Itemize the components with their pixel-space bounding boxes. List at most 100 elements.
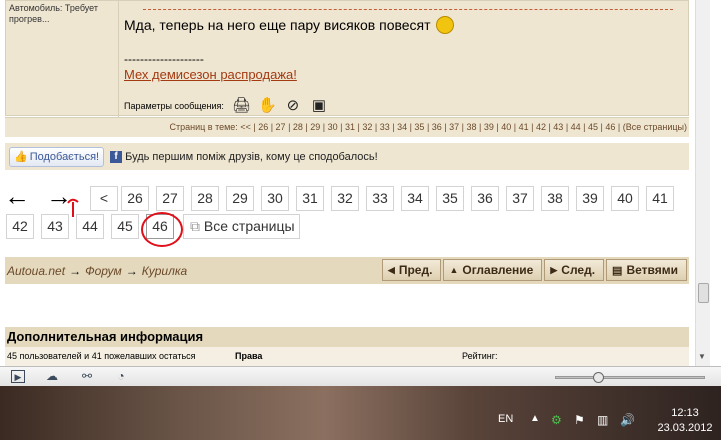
breadcrumb-separator: → [125, 263, 138, 278]
like-button[interactable]: 👍 Подобається! [9, 146, 105, 167]
topic-pager-page-30[interactable]: 30 [328, 122, 338, 132]
scrollbar-thumb[interactable] [698, 283, 709, 303]
breadcrumb-separator: → [69, 263, 82, 278]
network-icon[interactable]: ▣ [310, 98, 328, 114]
topic-pager-page-26[interactable]: 26 [258, 122, 268, 132]
topic-pager-first[interactable]: << [240, 122, 251, 132]
post-message-text: Мда, теперь на него еще пару висяков пов… [124, 17, 431, 33]
params-label: Параметры сообщения: [124, 101, 224, 111]
page-button-30[interactable]: 30 [261, 186, 289, 211]
topic-pager-label: Страниц в теме: [169, 122, 238, 132]
page-button-34[interactable]: 34 [401, 186, 429, 211]
clock-time: 12:13 [671, 407, 699, 419]
block-icon[interactable]: ⊘ [284, 98, 302, 114]
next-topic-button[interactable]: ▶ След. [544, 259, 605, 281]
nav-buttons: ◀ Пред. ▲ Оглавление ▶ След. ▤ Ветвями [381, 259, 687, 281]
page-button-46[interactable]: 46 [146, 214, 174, 239]
topic-pager-page-41[interactable]: 41 [519, 122, 529, 132]
facebook-like-bar: 👍 Подобається! f Будь першим поміж друзі… [5, 143, 689, 170]
page-button-31[interactable]: 31 [296, 186, 324, 211]
clock[interactable]: 12:13 23.03.2012 [655, 406, 715, 436]
topic-pager-page-27[interactable]: 27 [276, 122, 286, 132]
vertical-scrollbar[interactable]: ▼ [695, 0, 710, 366]
topic-pager-page-42[interactable]: 42 [536, 122, 546, 132]
post-params: Параметры сообщения: 🖨 ✋ ⊘ ▣ [124, 98, 328, 114]
topic-pager-page-46[interactable]: 46 [605, 122, 615, 132]
topic-pager-page-37[interactable]: 37 [449, 122, 459, 132]
volume-icon[interactable]: 🔊 [620, 413, 635, 427]
page-button-43[interactable]: 43 [41, 214, 69, 239]
panel-icon[interactable]: ▶ [11, 370, 25, 383]
topic-pager-page-35[interactable]: 35 [414, 122, 424, 132]
page-button-32[interactable]: 32 [331, 186, 359, 211]
page-button-26[interactable]: 26 [121, 186, 149, 211]
topic-pager-page-28[interactable]: 28 [293, 122, 303, 132]
signature-link[interactable]: Мех демисезон распродажа! [124, 67, 297, 82]
page-button-42[interactable]: 42 [6, 214, 34, 239]
tray-app-icon[interactable]: ⚙ [551, 413, 562, 427]
cloud-icon[interactable]: ☁ [45, 370, 59, 383]
page-button-28[interactable]: 28 [191, 186, 219, 211]
page-button-35[interactable]: 35 [436, 186, 464, 211]
back-arrow[interactable]: ← [4, 183, 30, 209]
page-button-33[interactable]: 33 [366, 186, 394, 211]
windows-taskbar: EN ▲ ⚙ ⚑ ▥ 🔊 12:13 23.03.2012 [0, 386, 721, 440]
page-button-27[interactable]: 27 [156, 186, 184, 211]
topic-pager-page-40[interactable]: 40 [501, 122, 511, 132]
facebook-icon: f [110, 150, 123, 163]
speed-icon[interactable]: ◔ [114, 370, 128, 383]
topic-pager-page-38[interactable]: 38 [467, 122, 477, 132]
smiley-icon [436, 16, 455, 34]
tray-expand-icon[interactable]: ▲ [530, 413, 540, 424]
topic-pager-page-29[interactable]: 29 [310, 122, 320, 132]
page-button-44[interactable]: 44 [76, 214, 104, 239]
share-icon[interactable]: ⚯ [80, 370, 94, 383]
info-rating: Рейтинг: [462, 351, 498, 361]
page-button-36[interactable]: 36 [471, 186, 499, 211]
topic-pager-page-31[interactable]: 31 [345, 122, 355, 132]
info-row: 45 пользователей и 41 пожелавших остатьс… [5, 347, 689, 366]
topic-pager-pages: | 26 | 27 | 28 | 29 | 30 | 31 | 32 | 33 … [253, 122, 623, 132]
all-pages-button[interactable]: ⧉ Все страницы [183, 214, 300, 239]
zoom-slider-knob[interactable] [593, 372, 604, 383]
topic-pager-page-39[interactable]: 39 [484, 122, 494, 132]
breadcrumb-item-section[interactable]: Курилка [142, 264, 187, 278]
hand-icon[interactable]: ✋ [258, 98, 277, 114]
like-button-label: Подобається! [29, 150, 100, 163]
toc-button[interactable]: ▲ Оглавление [443, 259, 543, 281]
page-button-29[interactable]: 29 [226, 186, 254, 211]
threaded-view-button[interactable]: ▤ Ветвями [606, 259, 687, 281]
scroll-down-icon[interactable]: ▼ [698, 352, 706, 361]
print-icon[interactable]: 🖨 [232, 98, 251, 114]
page-button-40[interactable]: 40 [611, 186, 639, 211]
screen: Автомобиль: Требует прогрев... Мда, тепе… [0, 0, 721, 440]
topic-pager-page-33[interactable]: 33 [380, 122, 390, 132]
topic-pager-page-34[interactable]: 34 [397, 122, 407, 132]
page-prev-button[interactable]: < [90, 186, 118, 211]
breadcrumb-item-forum[interactable]: Форум [85, 264, 122, 278]
page-button-39[interactable]: 39 [576, 186, 604, 211]
network-tray-icon[interactable]: ▥ [597, 413, 608, 427]
topic-pager-page-43[interactable]: 43 [553, 122, 563, 132]
topic-pager-page-45[interactable]: 45 [588, 122, 598, 132]
topic-pager: Страниц в теме: << | 26 | 27 | 28 | 29 |… [5, 117, 689, 137]
page-button-37[interactable]: 37 [506, 186, 534, 211]
page-button-45[interactable]: 45 [111, 214, 139, 239]
prev-topic-button[interactable]: ◀ Пред. [381, 259, 442, 281]
browser-page: Автомобиль: Требует прогрев... Мда, тепе… [0, 0, 695, 366]
page-button-41[interactable]: 41 [646, 186, 674, 211]
language-indicator[interactable]: EN [498, 413, 513, 425]
topic-pager-all[interactable]: (Все страницы) [623, 122, 687, 132]
topic-pager-page-32[interactable]: 32 [362, 122, 372, 132]
topic-pager-page-44[interactable]: 44 [571, 122, 581, 132]
threaded-view-label: Ветвями [626, 263, 678, 277]
page-button-38[interactable]: 38 [541, 186, 569, 211]
zoom-slider[interactable] [555, 372, 705, 383]
nav-bar: Autoua.net → Форум → Курилка ◀ Пред. ▲ О… [5, 257, 689, 284]
topic-pager-page-36[interactable]: 36 [432, 122, 442, 132]
thumbs-up-icon: 👍 [14, 151, 28, 163]
forum-post: Автомобиль: Требует прогрев... Мда, тепе… [5, 0, 689, 117]
flag-icon[interactable]: ⚑ [574, 413, 585, 427]
breadcrumb-item-site[interactable]: Autoua.net [7, 264, 65, 278]
triangle-up-icon: ▲ [449, 265, 459, 275]
